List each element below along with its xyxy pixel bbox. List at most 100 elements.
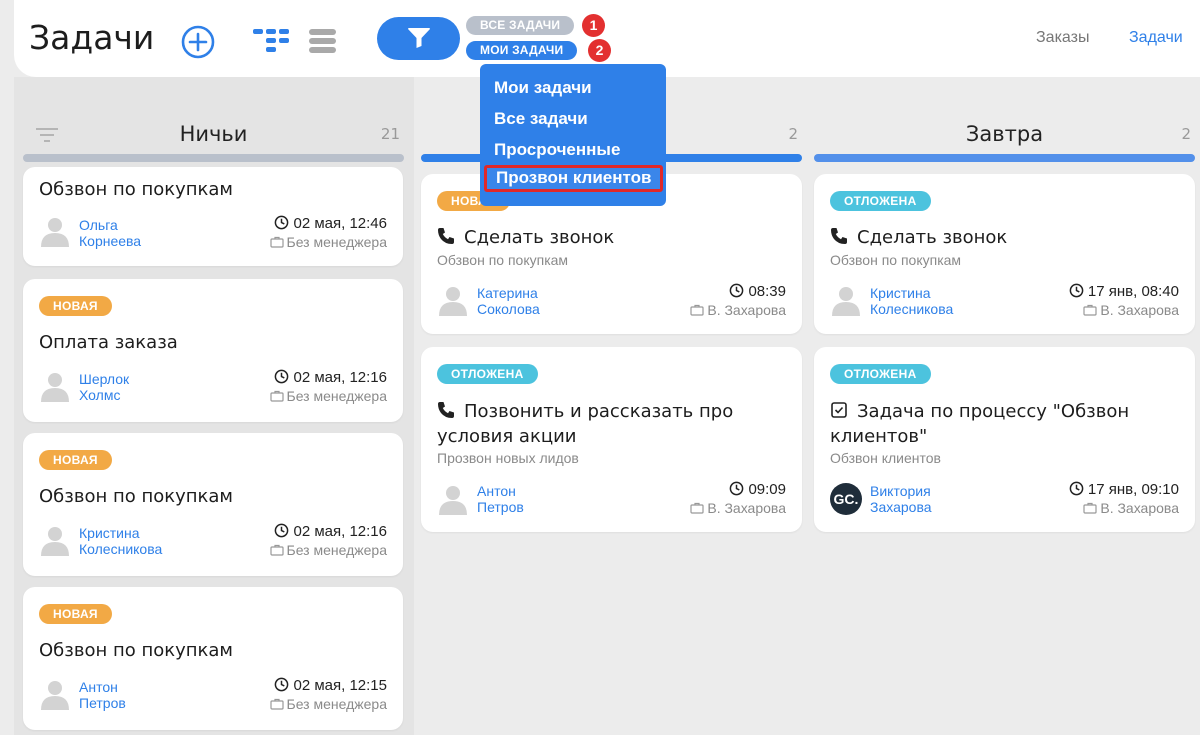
task-subtitle: Прозвон новых лидов bbox=[437, 450, 579, 466]
task-title: Обзвон по покупкам bbox=[39, 486, 234, 507]
user-avatar-icon bbox=[41, 681, 69, 710]
column-count: 2 bbox=[1181, 125, 1191, 143]
task-due-time: 17 янв, 08:40 bbox=[1069, 283, 1179, 300]
phone-icon bbox=[438, 402, 454, 418]
task-subtitle: Обзвон по покупкам bbox=[437, 252, 569, 268]
briefcase-icon bbox=[690, 304, 704, 316]
task-card[interactable]: ОТЛОЖЕНА Задача по процессу "Обзвон клиен… bbox=[814, 347, 1195, 532]
task-due-time: 08:39 bbox=[729, 283, 786, 300]
task-card[interactable]: ОТЛОЖЕНА Сделать звонок Обзвон по покупк… bbox=[814, 174, 1195, 334]
briefcase-icon bbox=[269, 236, 284, 248]
task-due-time: 02 мая, 12:16 bbox=[274, 523, 387, 540]
clock-icon bbox=[275, 677, 289, 692]
status-badge-new: НОВАЯ bbox=[39, 450, 112, 470]
phone-icon bbox=[831, 228, 847, 244]
clock-icon bbox=[275, 215, 289, 230]
dropdown-item-my-tasks[interactable]: Мои задачи bbox=[494, 78, 592, 98]
task-card[interactable]: Обзвон по покупкам Ольга Корнеева 02 мая,… bbox=[23, 167, 403, 266]
assignee-name[interactable]: Шерлок Холмс bbox=[79, 371, 129, 403]
status-badge-new: НОВАЯ bbox=[39, 604, 112, 624]
task-title: Обзвон по покупкам bbox=[39, 640, 234, 661]
user-avatar-icon bbox=[439, 287, 467, 316]
funnel-icon bbox=[408, 28, 430, 48]
task-card[interactable]: НОВАЯ Оплата заказа Шерлок Холмс 02 мая, … bbox=[23, 279, 403, 422]
task-manager: Без менеджера bbox=[269, 696, 387, 712]
column-header-unassigned: Ничьи 21 bbox=[23, 118, 404, 162]
column-title: Завтра bbox=[965, 122, 1044, 146]
task-manager: В. Захарова bbox=[690, 500, 786, 516]
task-manager: Без менеджера bbox=[269, 234, 387, 250]
avatar: GC. bbox=[830, 483, 862, 515]
my-tasks-chip[interactable]: МОИ ЗАДАЧИ bbox=[466, 41, 578, 60]
task-due-time: 09:09 bbox=[729, 481, 786, 498]
clock-icon bbox=[730, 481, 744, 496]
task-title: Позвонить и рассказать про условия акции bbox=[437, 401, 734, 447]
dropdown-item-overdue[interactable]: Просроченные bbox=[494, 140, 620, 160]
column-count: 21 bbox=[380, 125, 400, 143]
filter-dropdown-menu: Мои задачи Все задачи Просроченные Прозв… bbox=[480, 64, 666, 206]
column-color-bar bbox=[23, 154, 404, 162]
user-avatar-icon bbox=[439, 486, 467, 515]
status-badge-postponed: ОТЛОЖЕНА bbox=[830, 364, 931, 384]
column-title: Ничьи bbox=[179, 122, 248, 146]
user-avatar-icon bbox=[41, 373, 69, 402]
list-view-icon[interactable] bbox=[308, 28, 338, 54]
briefcase-icon bbox=[269, 698, 284, 710]
task-title: Сделать звонок bbox=[437, 225, 788, 250]
briefcase-icon bbox=[1083, 304, 1097, 316]
task-manager: В. Захарова bbox=[1083, 500, 1179, 516]
briefcase-icon bbox=[1083, 502, 1097, 514]
task-manager: Без менеджера bbox=[269, 388, 387, 404]
task-card[interactable]: ОТЛОЖЕНА Позвонить и рассказать про услов… bbox=[421, 347, 802, 532]
column-header-tomorrow: Завтра 2 bbox=[814, 118, 1195, 162]
add-task-icon[interactable] bbox=[181, 25, 215, 59]
page-title: Задачи bbox=[29, 18, 155, 57]
user-avatar-icon bbox=[41, 218, 69, 247]
task-manager: Без менеджера bbox=[269, 542, 387, 558]
clock-icon bbox=[275, 369, 289, 384]
assignee-name[interactable]: Виктория Захарова bbox=[870, 483, 932, 515]
briefcase-icon bbox=[269, 544, 284, 556]
all-tasks-chip[interactable]: ВСЕ ЗАДАЧИ bbox=[466, 16, 575, 35]
assignee-name[interactable]: Ольга Корнеева bbox=[79, 217, 141, 249]
board-view-icon[interactable] bbox=[253, 28, 291, 56]
task-due-time: 02 мая, 12:15 bbox=[274, 677, 387, 694]
nav-orders-link[interactable]: Заказы bbox=[1036, 29, 1089, 47]
task-due-time: 17 янв, 09:10 bbox=[1069, 481, 1179, 498]
task-title: Задача по процессу "Обзвон клиентов" bbox=[830, 401, 1130, 447]
assignee-name[interactable]: Катерина Соколова bbox=[477, 285, 540, 317]
clock-icon bbox=[275, 523, 289, 538]
assignee-name[interactable]: Антон Петров bbox=[79, 679, 126, 711]
filter-button[interactable] bbox=[377, 17, 460, 60]
status-badge-postponed: ОТЛОЖЕНА bbox=[437, 364, 538, 384]
status-badge-new: НОВАЯ bbox=[39, 296, 112, 316]
task-manager: В. Захарова bbox=[690, 302, 786, 318]
task-card[interactable]: НОВАЯ Обзвон по покупкам Кристина Колесни… bbox=[23, 433, 403, 576]
step-badge-1: 1 bbox=[582, 14, 605, 37]
nav-tasks-link[interactable]: Задачи bbox=[1129, 29, 1183, 47]
task-due-time: 02 мая, 12:16 bbox=[274, 369, 387, 386]
task-subtitle: Обзвон по покупкам bbox=[830, 252, 962, 268]
checkbox-icon bbox=[831, 402, 847, 418]
user-avatar-icon bbox=[41, 527, 69, 556]
step-badge-2: 2 bbox=[588, 39, 611, 62]
task-title: Оплата заказа bbox=[39, 332, 178, 353]
user-avatar-icon bbox=[832, 287, 860, 316]
column-count: 2 bbox=[788, 125, 798, 143]
briefcase-icon bbox=[690, 502, 704, 514]
dropdown-item-all-tasks[interactable]: Все задачи bbox=[494, 109, 588, 129]
dropdown-item-client-calls[interactable]: Прозвон клиентов bbox=[484, 165, 664, 192]
assignee-name[interactable]: Кристина Колесникова bbox=[79, 525, 162, 557]
task-title: Обзвон по покупкам bbox=[39, 179, 234, 200]
clock-icon bbox=[1069, 481, 1084, 496]
assignee-name[interactable]: Кристина Колесникова bbox=[870, 285, 953, 317]
briefcase-icon bbox=[269, 390, 284, 402]
assignee-name[interactable]: Антон Петров bbox=[477, 483, 524, 515]
clock-icon bbox=[730, 283, 744, 298]
task-card[interactable]: НОВАЯ Обзвон по покупкам Антон Петров 02 … bbox=[23, 587, 403, 730]
task-title: Сделать звонок bbox=[830, 225, 1181, 250]
phone-icon bbox=[438, 228, 454, 244]
task-due-time: 02 мая, 12:46 bbox=[274, 215, 387, 232]
clock-icon bbox=[1069, 283, 1084, 298]
status-badge-postponed: ОТЛОЖЕНА bbox=[830, 191, 931, 211]
